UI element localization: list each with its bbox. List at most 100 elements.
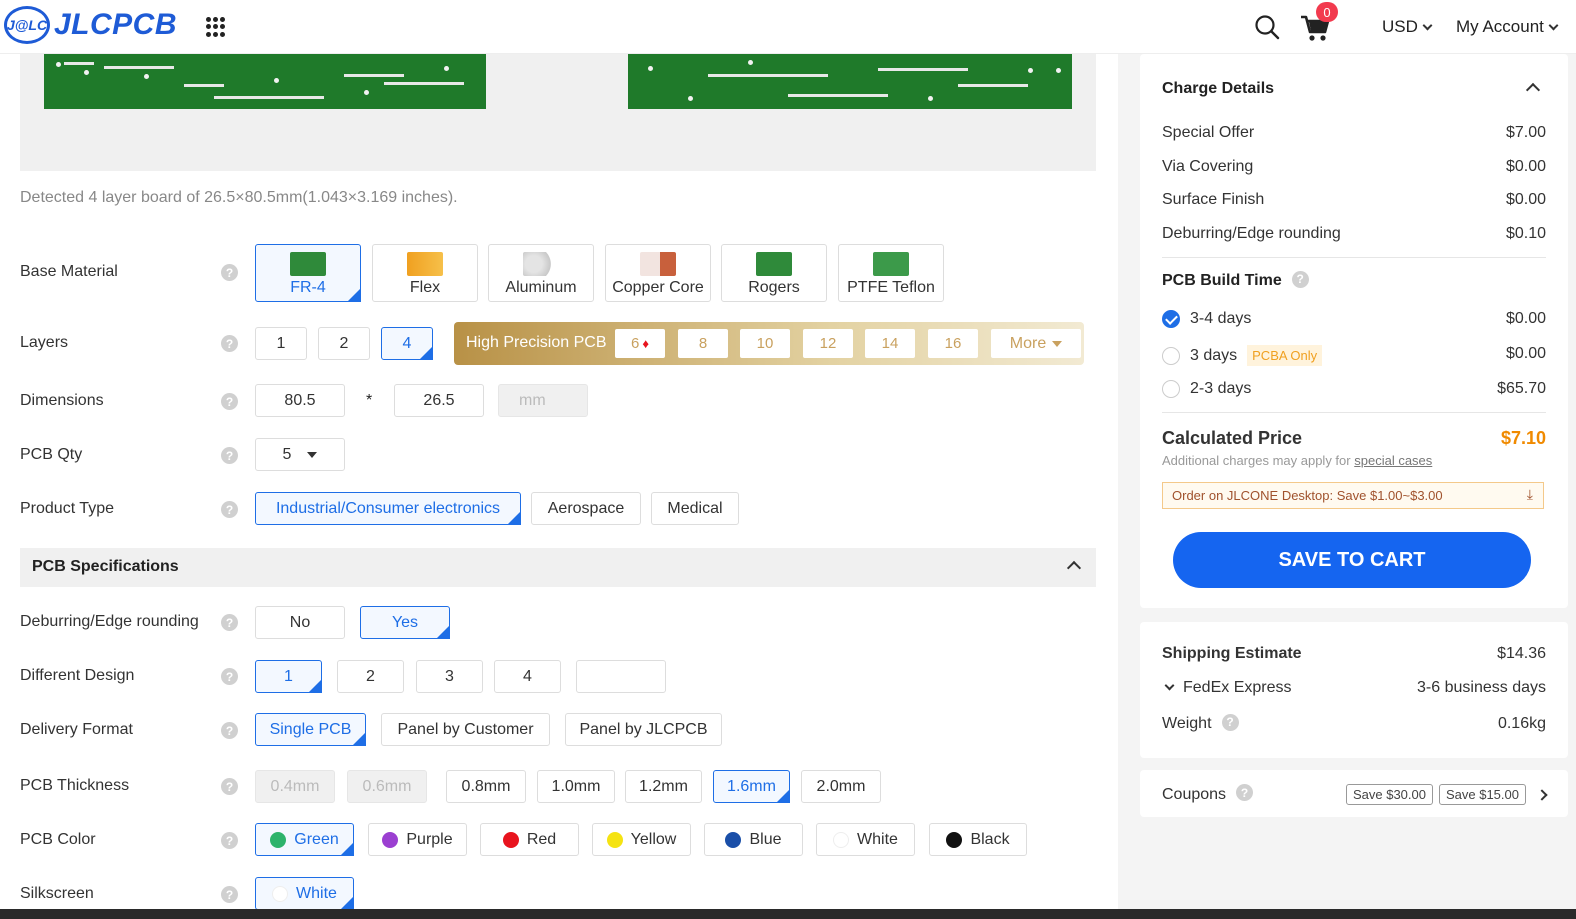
material-aluminum[interactable]: Aluminum bbox=[488, 244, 594, 302]
coupon-tag: Save $15.00 bbox=[1438, 784, 1526, 805]
help-icon[interactable]: ? bbox=[221, 501, 238, 518]
layer-option-12[interactable]: 12 bbox=[803, 329, 853, 358]
pcb-color-purple[interactable]: Purple bbox=[368, 823, 467, 856]
pcb-specifications-header[interactable]: PCB Specifications bbox=[20, 548, 1096, 587]
material-label: Rogers bbox=[748, 279, 800, 296]
deburring-no[interactable]: No bbox=[255, 606, 345, 639]
dimension-unit-select[interactable]: mm bbox=[498, 384, 588, 417]
pcb-color-black[interactable]: Black bbox=[929, 823, 1027, 856]
material-rogers[interactable]: Rogers bbox=[721, 244, 827, 302]
chevron-down-icon bbox=[1548, 20, 1559, 31]
build-time-option-2-3-days[interactable]: 2-3 days $65.70 bbox=[1162, 380, 1546, 398]
pcb-color-yellow[interactable]: Yellow bbox=[592, 823, 691, 856]
jlcpcb-logo[interactable]: J@LC JLCPCB bbox=[4, 6, 177, 44]
delivery-single-pcb[interactable]: Single PCB bbox=[255, 713, 366, 746]
apps-grid-icon[interactable] bbox=[206, 17, 226, 37]
high-precision-label: High Precision PCB bbox=[466, 334, 607, 351]
help-icon[interactable]: ? bbox=[221, 778, 238, 795]
charge-line-surface-finish: Surface Finish $0.00 bbox=[1162, 191, 1546, 209]
coupons-card[interactable]: Coupons? Save $30.00 Save $15.00 bbox=[1140, 770, 1568, 817]
material-copper-core[interactable]: Copper Core bbox=[605, 244, 711, 302]
currency-selector[interactable]: USD bbox=[1382, 17, 1433, 37]
chevron-up-icon[interactable] bbox=[1525, 82, 1541, 98]
different-design-3[interactable]: 3 bbox=[416, 660, 483, 693]
dimension-width-input[interactable]: 26.5 bbox=[394, 384, 484, 417]
pcb-color-green[interactable]: Green bbox=[255, 823, 354, 856]
build-time-option-3-4-days[interactable]: 3-4 days $0.00 bbox=[1162, 310, 1546, 328]
section-title: PCB Specifications bbox=[32, 558, 179, 575]
help-icon[interactable]: ? bbox=[221, 393, 238, 410]
shipping-carrier-row[interactable]: FedEx Express 3-6 business days bbox=[1162, 679, 1546, 697]
bottom-edge-strip bbox=[0, 909, 1576, 919]
shipping-title: Shipping Estimate bbox=[1162, 645, 1302, 662]
pcb-color-white[interactable]: White bbox=[816, 823, 915, 856]
help-icon[interactable]: ? bbox=[221, 886, 238, 903]
different-design-2[interactable]: 2 bbox=[337, 660, 404, 693]
charge-details-title: Charge Details bbox=[1162, 80, 1275, 97]
material-flex[interactable]: Flex bbox=[372, 244, 478, 302]
thickness-0-8mm[interactable]: 0.8mm bbox=[446, 770, 526, 803]
divider bbox=[1162, 412, 1546, 413]
dimension-length-input[interactable]: 80.5 bbox=[255, 384, 345, 417]
help-icon[interactable]: ? bbox=[221, 668, 238, 685]
thickness-2-0mm[interactable]: 2.0mm bbox=[801, 770, 881, 803]
search-icon[interactable] bbox=[1254, 14, 1280, 40]
save-to-cart-button[interactable]: SAVE TO CART bbox=[1173, 532, 1531, 588]
layer-6-label: 6 bbox=[631, 335, 640, 352]
silkscreen-white[interactable]: White bbox=[255, 877, 354, 910]
product-type-aerospace[interactable]: Aerospace bbox=[531, 492, 641, 525]
layer-option-2[interactable]: 2 bbox=[318, 327, 370, 360]
product-type-medical[interactable]: Medical bbox=[651, 492, 739, 525]
different-design-custom-input[interactable] bbox=[576, 660, 666, 693]
help-icon[interactable]: ? bbox=[221, 264, 238, 281]
jlcone-desktop-banner[interactable]: Order on JLCONE Desktop: Save $1.00~$3.0… bbox=[1162, 482, 1544, 509]
thickness-1-6mm[interactable]: 1.6mm bbox=[713, 770, 790, 803]
thickness-0-6mm[interactable]: 0.6mm bbox=[347, 770, 427, 803]
delivery-panel-by-jlcpcb[interactable]: Panel by JLCPCB bbox=[565, 713, 722, 746]
special-cases-link[interactable]: special cases bbox=[1354, 453, 1432, 468]
help-icon[interactable]: ? bbox=[221, 832, 238, 849]
help-icon[interactable]: ? bbox=[1221, 713, 1239, 731]
product-type-label: Product Type bbox=[20, 500, 114, 517]
black-swatch bbox=[946, 831, 963, 848]
thickness-0-4mm[interactable]: 0.4mm bbox=[255, 770, 335, 803]
help-icon[interactable]: ? bbox=[221, 335, 238, 352]
help-icon[interactable]: ? bbox=[1236, 784, 1254, 801]
thickness-1-0mm[interactable]: 1.0mm bbox=[537, 770, 615, 803]
charge-line-deburring: Deburring/Edge rounding $0.10 bbox=[1162, 225, 1546, 243]
build-time-option-3-days[interactable]: 3 days PCBA Only $0.00 bbox=[1162, 345, 1546, 366]
help-icon[interactable]: ? bbox=[221, 447, 238, 464]
pcb-thickness-label: PCB Thickness bbox=[20, 777, 130, 794]
layer-option-14[interactable]: 14 bbox=[865, 329, 915, 358]
different-design-1[interactable]: 1 bbox=[255, 660, 322, 693]
material-fr4[interactable]: FR-4 bbox=[255, 244, 361, 302]
ptfe-thumbnail bbox=[873, 252, 909, 276]
layer-option-8[interactable]: 8 bbox=[678, 329, 728, 358]
pcb-qty-select[interactable]: 5 bbox=[255, 438, 345, 471]
gerber-preview bbox=[20, 54, 1096, 171]
help-icon[interactable]: ? bbox=[1291, 270, 1309, 288]
layer-option-16[interactable]: 16 bbox=[928, 329, 978, 358]
purple-swatch bbox=[382, 831, 399, 848]
rogers-thumbnail bbox=[756, 252, 792, 276]
color-label: Blue bbox=[749, 830, 782, 848]
product-type-industrial[interactable]: Industrial/Consumer electronics bbox=[255, 492, 521, 525]
thickness-1-2mm[interactable]: 1.2mm bbox=[625, 770, 702, 803]
material-label: Aluminum bbox=[505, 279, 577, 296]
layer-option-4[interactable]: 4 bbox=[381, 327, 433, 360]
help-icon[interactable]: ? bbox=[221, 722, 238, 739]
delivery-panel-by-customer[interactable]: Panel by Customer bbox=[381, 713, 550, 746]
material-ptfe-teflon[interactable]: PTFE Teflon bbox=[838, 244, 944, 302]
layer-option-1[interactable]: 1 bbox=[255, 327, 307, 360]
my-account-menu[interactable]: My Account bbox=[1456, 17, 1559, 37]
more-layers-dropdown[interactable]: More bbox=[991, 329, 1081, 358]
layer-option-6[interactable]: 6 ♦ bbox=[615, 329, 665, 358]
pcb-color-red[interactable]: Red bbox=[480, 823, 579, 856]
chevron-right-icon bbox=[1536, 788, 1548, 801]
deburring-yes[interactable]: Yes bbox=[360, 606, 450, 639]
shipping-estimate-card: Shipping Estimate $14.36 FedEx Express 3-6… bbox=[1140, 622, 1568, 758]
help-icon[interactable]: ? bbox=[221, 614, 238, 631]
different-design-4[interactable]: 4 bbox=[494, 660, 561, 693]
layer-option-10[interactable]: 10 bbox=[740, 329, 790, 358]
pcb-color-blue[interactable]: Blue bbox=[704, 823, 803, 856]
